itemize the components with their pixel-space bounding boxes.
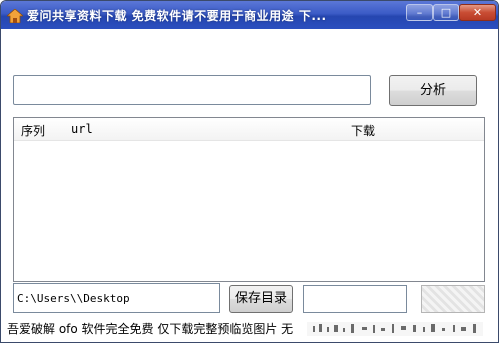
column-header-sequence[interactable]: 序列 xyxy=(21,122,45,139)
analyze-button[interactable]: 分析 xyxy=(389,75,477,106)
url-input[interactable] xyxy=(13,75,371,105)
download-list[interactable]: 序列 url 下载 xyxy=(13,117,485,282)
maximize-button[interactable]: □ xyxy=(433,4,459,21)
captcha-input[interactable] xyxy=(303,285,407,313)
column-header-url[interactable]: url xyxy=(71,122,93,136)
house-icon xyxy=(7,9,23,23)
captcha-image[interactable] xyxy=(421,285,485,313)
list-header: 序列 url 下载 xyxy=(14,118,484,141)
title-bar[interactable]: 爱问共享资料下载 免费软件请不要用于商业用途 下... – □ ✕ xyxy=(1,1,498,29)
save-path-input[interactable] xyxy=(13,283,220,313)
noise-image xyxy=(307,322,483,336)
app-window: 爱问共享资料下载 免费软件请不要用于商业用途 下... – □ ✕ 分析 序列 … xyxy=(0,0,499,343)
minimize-button[interactable]: – xyxy=(406,4,433,21)
client-area: 分析 序列 url 下载 保存目录 吾爱破解 ofo 软件完全免费 仅下载完整预… xyxy=(1,29,498,342)
status-text: 吾爱破解 ofo 软件完全免费 仅下载完整预临览图片 无 xyxy=(7,322,294,336)
window-title: 爱问共享资料下载 免费软件请不要用于商业用途 下... xyxy=(27,9,327,23)
status-bar: 吾爱破解 ofo 软件完全免费 仅下载完整预临览图片 无 xyxy=(1,316,498,342)
save-directory-button[interactable]: 保存目录 xyxy=(229,285,293,313)
close-button[interactable]: ✕ xyxy=(459,4,496,21)
column-header-download[interactable]: 下载 xyxy=(351,122,375,139)
